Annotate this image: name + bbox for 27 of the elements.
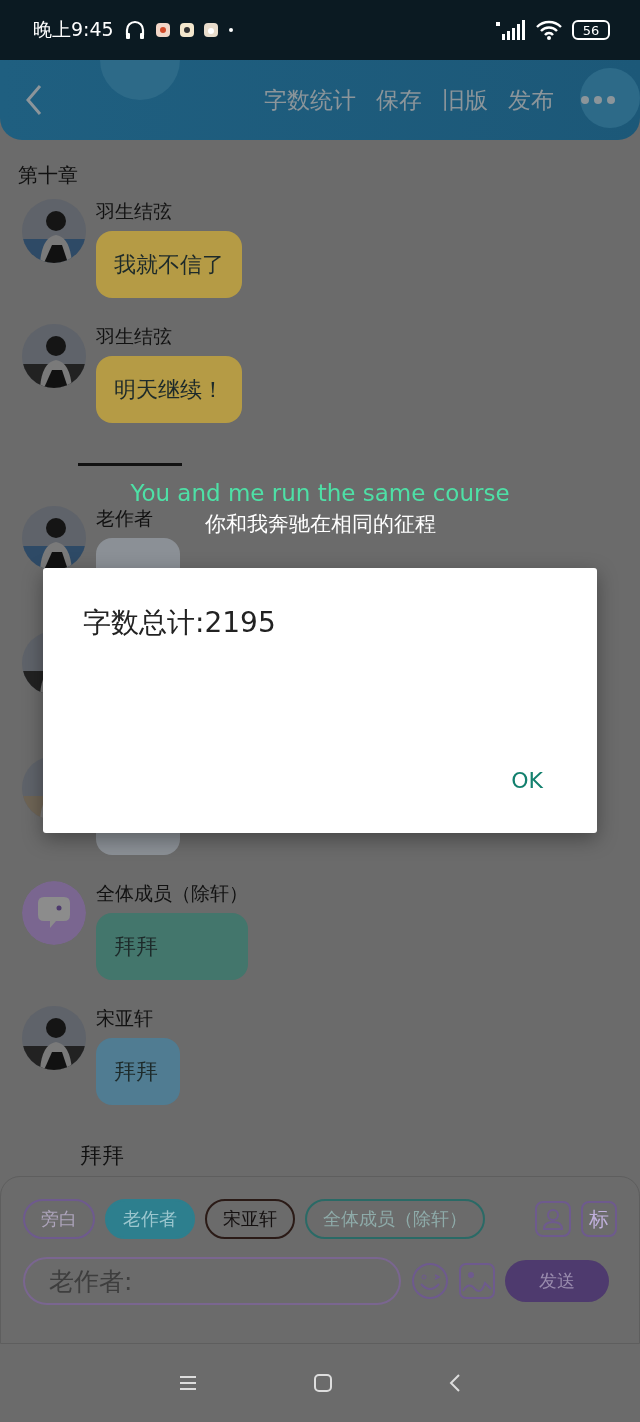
- message-bubble: 拜拜: [96, 1038, 180, 1105]
- tag-button[interactable]: 标: [581, 1201, 617, 1237]
- status-time: 晚上9:45: [33, 17, 114, 42]
- sender-name: 羽生结弦: [96, 199, 173, 223]
- narration-text: 拜拜: [80, 1142, 125, 1170]
- role-chip[interactable]: 全体成员（除轩）: [305, 1199, 485, 1239]
- header-action[interactable]: 发布: [508, 84, 554, 116]
- role-chip[interactable]: 旁白: [23, 1199, 95, 1239]
- message-bubble: 明天继续！: [96, 356, 242, 423]
- header-action[interactable]: 保存: [376, 84, 422, 116]
- sender-name: 羽生结弦: [96, 324, 173, 348]
- header-action[interactable]: 旧版: [442, 84, 488, 116]
- role-chip[interactable]: 宋亚轩: [205, 1199, 295, 1239]
- role-chip[interactable]: 老作者: [105, 1199, 195, 1239]
- send-button[interactable]: 发送: [505, 1260, 609, 1302]
- chapter-title: 第十章: [17, 162, 79, 189]
- dialog-message: 字数总计:2195: [83, 605, 277, 641]
- sender-name: 全体成员（除轩）: [96, 881, 248, 905]
- sender-name: 老作者: [96, 506, 154, 530]
- battery-icon: 56: [572, 20, 610, 40]
- subtitle-text: You and me run the same course: [130, 480, 510, 506]
- message-bubble: 我就不信了: [96, 231, 242, 298]
- sender-name: 宋亚轩: [96, 1006, 154, 1030]
- ok-button[interactable]: OK: [497, 764, 557, 797]
- message-bubble: 拜拜: [96, 913, 248, 980]
- header-action[interactable]: 字数统计: [264, 84, 356, 116]
- subtitle-text: 你和我奔驰在相同的征程: [204, 511, 436, 538]
